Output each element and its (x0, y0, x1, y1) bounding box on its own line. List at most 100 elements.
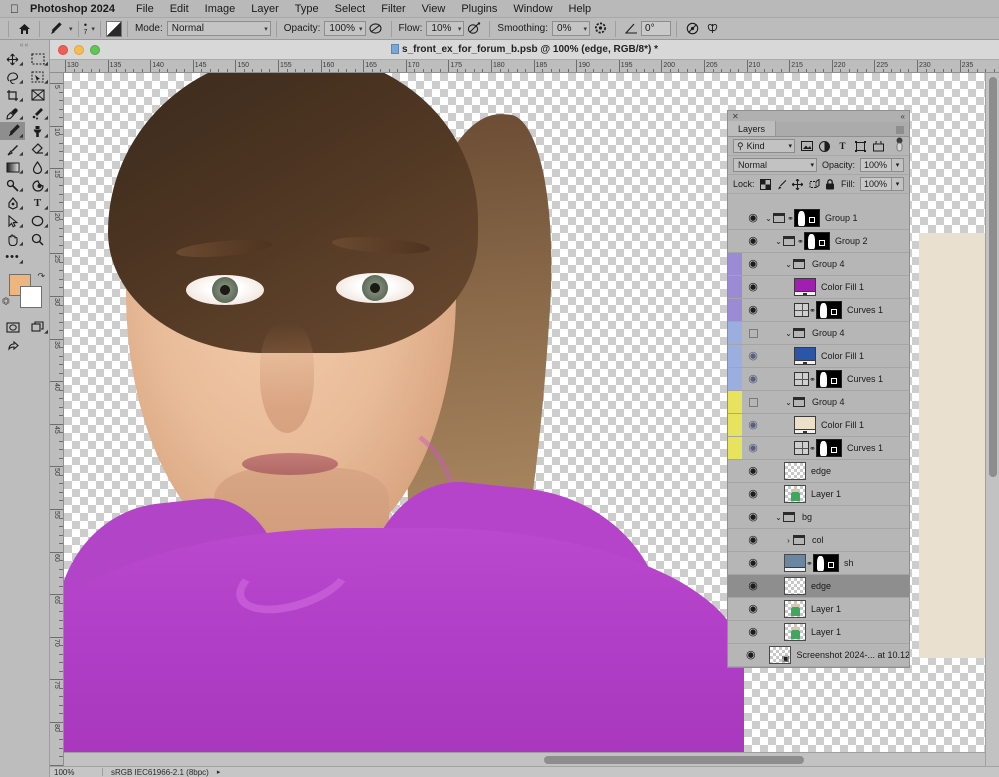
edit-toolbar-tool[interactable]: ••• ◢ (0, 248, 25, 266)
layer-row[interactable]: ◉ Layer 1 (728, 621, 909, 644)
gear-icon[interactable] (590, 20, 610, 38)
smoothing-input[interactable]: 0% ▾ (552, 21, 591, 36)
disclosure-triangle-icon[interactable]: ⌄ (774, 237, 783, 246)
minimize-window-button[interactable] (74, 44, 84, 55)
home-icon[interactable] (14, 20, 34, 38)
brush-angle-icon[interactable] (621, 20, 641, 38)
adjustment-layer-filter-icon[interactable] (818, 140, 831, 153)
canvas-vertical-scrollbar[interactable] (985, 73, 999, 766)
layer-mask-thumbnail[interactable] (794, 209, 820, 227)
eraser-tool[interactable]: ◢ (25, 140, 50, 158)
layer-color-label[interactable] (728, 345, 742, 367)
layer-visibility-toggle[interactable]: ◉ (742, 345, 764, 367)
layer-name[interactable]: Layer 1 (811, 627, 841, 637)
gradient-tool[interactable]: ◢ (0, 158, 25, 176)
layer-row[interactable]: ◉ ⚭ Curves 1 (728, 299, 909, 322)
menu-item-filter[interactable]: Filter (373, 3, 413, 15)
layer-name[interactable]: Color Fill 1 (821, 351, 864, 361)
layer-row[interactable]: ⌄ Group 4 (728, 391, 909, 414)
layer-color-label[interactable] (728, 391, 742, 413)
mask-link-icon[interactable]: ⚭ (797, 237, 804, 246)
layer-row[interactable]: ◉ edge (728, 575, 909, 598)
layer-row[interactable]: ◉ ⌄ ⚭ Group 1 (728, 207, 909, 230)
burn-tool[interactable]: ◢ (25, 176, 50, 194)
layer-color-label[interactable] (728, 621, 742, 643)
layer-name[interactable]: edge (811, 581, 831, 591)
disclosure-triangle-icon[interactable]: ⌄ (784, 260, 793, 269)
shape-layer-filter-icon[interactable] (854, 140, 867, 153)
swap-colors-icon[interactable]: ↷ (37, 271, 45, 282)
layer-thumbnail[interactable] (784, 554, 806, 572)
default-colors-icon[interactable]: ⏣ (2, 296, 10, 307)
close-window-button[interactable] (58, 44, 68, 55)
dodge-tool[interactable]: ◢ (0, 176, 25, 194)
brush-size-indicator[interactable]: • 7 (84, 20, 88, 36)
layer-name[interactable]: Group 4 (812, 259, 845, 269)
layer-visibility-toggle[interactable]: ◉ (742, 598, 764, 620)
layer-mask-thumbnail[interactable] (816, 439, 842, 457)
layer-fill-input[interactable]: 100% ▾ (860, 177, 904, 191)
layer-row[interactable]: ◉ ⌄ ⚭ Group 2 (728, 230, 909, 253)
layer-visibility-toggle[interactable]: ◉ (742, 529, 764, 551)
app-name-label[interactable]: Photoshop 2024 (30, 3, 128, 15)
mask-link-icon[interactable]: ⚭ (809, 444, 816, 453)
layer-visibility-toggle[interactable]: ◉ (742, 230, 764, 252)
expand-triangle-icon[interactable]: ▸ (217, 768, 221, 776)
mask-link-icon[interactable]: ⚭ (806, 559, 813, 568)
rectangular-marquee-tool[interactable]: ◢ (25, 50, 50, 68)
menu-item-help[interactable]: Help (561, 3, 600, 15)
layer-name[interactable]: Layer 1 (811, 604, 841, 614)
move-tool[interactable]: ◢ (0, 50, 25, 68)
disclosure-triangle-icon[interactable]: ⌄ (774, 513, 783, 522)
layer-color-label[interactable] (728, 230, 742, 252)
layer-row[interactable]: ◉ ▣ Screenshot 2024-... at 10.12.57 AM (728, 644, 909, 667)
type-tool[interactable]: T ◢ (25, 194, 50, 212)
close-panel-icon[interactable]: ✕ (732, 112, 739, 121)
disclosure-triangle-icon[interactable]: ⌄ (764, 214, 773, 223)
layer-blend-mode-select[interactable]: Normal ▾ (733, 158, 817, 172)
layer-color-label[interactable] (728, 460, 742, 482)
layer-visibility-toggle[interactable]: ◉ (742, 437, 764, 459)
layer-name[interactable]: Curves 1 (847, 443, 883, 453)
layer-thumbnail[interactable] (784, 623, 806, 641)
layer-name[interactable]: Color Fill 1 (821, 282, 864, 292)
zoom-window-button[interactable] (90, 44, 100, 55)
layer-thumbnail[interactable] (784, 577, 806, 595)
layer-visibility-toggle[interactable]: ◉ (742, 506, 764, 528)
layer-mask-thumbnail[interactable] (816, 370, 842, 388)
background-color-swatch[interactable] (20, 286, 42, 308)
share-icon[interactable] (0, 336, 25, 354)
layer-row[interactable]: ◉ › col (728, 529, 909, 552)
curves-adjustment-thumbnail[interactable] (794, 441, 809, 455)
menu-item-image[interactable]: Image (197, 3, 244, 15)
horizontal-ruler[interactable]: 130 135 140 145 150 155 160 165 170 175 180 185 190 1… (50, 60, 999, 73)
menu-item-file[interactable]: File (128, 3, 162, 15)
layer-row[interactable]: ◉ Color Fill 1 (728, 414, 909, 437)
layer-color-label[interactable] (728, 207, 742, 229)
layer-name[interactable]: Group 4 (812, 328, 845, 338)
clone-stamp-tool[interactable]: ◢ (25, 122, 50, 140)
menu-item-view[interactable]: View (414, 3, 454, 15)
layer-color-label[interactable] (728, 322, 742, 344)
layer-visibility-toggle[interactable]: ◉ (742, 644, 759, 666)
lock-all-icon[interactable] (825, 178, 836, 190)
mask-link-icon[interactable]: ⚭ (809, 375, 816, 384)
curves-adjustment-thumbnail[interactable] (794, 372, 809, 386)
filter-kind-select[interactable]: ⚲ Kind ▾ (733, 139, 795, 153)
brush-tool[interactable]: ◢ (0, 122, 25, 140)
pen-tool[interactable]: ◢ (0, 194, 25, 212)
layer-color-label[interactable] (728, 575, 742, 597)
brush-settings-panel-icon[interactable] (105, 20, 122, 37)
layer-name[interactable]: edge (811, 466, 831, 476)
lock-position-icon[interactable] (792, 178, 804, 190)
layer-row[interactable]: ◉ ⌄ bg (728, 506, 909, 529)
layer-name[interactable]: Screenshot 2024-... at 10.12.57 AM (796, 650, 909, 660)
layer-row[interactable]: ◉ Color Fill 1 (728, 345, 909, 368)
tablet-pressure-size-icon[interactable] (682, 20, 702, 38)
collapse-panel-icon[interactable]: « (901, 112, 905, 121)
layer-visibility-toggle[interactable]: ◉ (742, 368, 764, 390)
pixel-layer-filter-icon[interactable] (800, 140, 813, 153)
history-brush-tool[interactable]: ◢ (0, 140, 25, 158)
menu-item-edit[interactable]: Edit (162, 3, 197, 15)
eyedropper-tool[interactable]: ◢ (0, 104, 25, 122)
